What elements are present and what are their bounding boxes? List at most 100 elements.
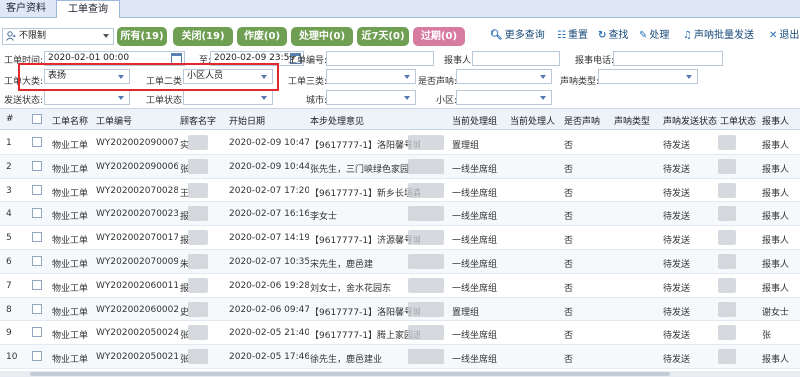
table-row[interactable]: 6 物业工单 WY202002070009 朱 2020-02-07 10:35 宋先生，… [0, 250, 800, 274]
row-checkbox[interactable] [32, 232, 42, 243]
redacted-block [408, 135, 444, 150]
table-row[interactable]: 1 物业工单 WY202002090007 实 2020-02-09 10:47 【961… [0, 131, 800, 155]
cell-start-date: 2020-02-07 10:35 [229, 257, 309, 267]
redacted-block [188, 135, 208, 150]
cell-sonar: 否 [564, 141, 574, 151]
filter-processing-button[interactable]: 处理中(0) [291, 27, 353, 46]
cell-sonar: 否 [564, 236, 574, 247]
order-table: # 工单名称 工单编号 顾客名字 开始日期 本步处理意见 当前处理组 当前处理人… [0, 108, 800, 377]
cell-name: 物业工单 [52, 141, 89, 151]
row-checkbox[interactable] [32, 303, 42, 314]
table-row[interactable]: 8 物业工单 WY202002060002 史 2020-02-06 09:47 【961… [0, 297, 800, 322]
process-button[interactable]: ✎ 处理 [639, 28, 669, 44]
cell-send-status: 待发送 [663, 307, 691, 318]
exit-button[interactable]: ✕ 退出 [769, 28, 799, 44]
reset-button[interactable]: ☷ 重置 [557, 28, 588, 44]
sonar-select[interactable] [456, 69, 552, 84]
user-icon [6, 31, 16, 41]
cell-index: 7 [6, 280, 12, 291]
redacted-block [718, 158, 736, 174]
cell-start-date: 2020-02-09 10:47 [229, 138, 309, 148]
cell-group: 置理组 [452, 141, 480, 151]
order-status-label: 工单状态: [146, 96, 186, 106]
col-header-index: # [6, 114, 14, 124]
cell-index: 4 [6, 209, 12, 220]
redacted-block [408, 254, 444, 269]
cell-reporter: 报事人 [762, 164, 790, 175]
sonar-type-select[interactable] [598, 69, 698, 84]
cell-opinion: 刘女士，舍水花园东 [310, 283, 392, 294]
scrollbar-thumb[interactable] [30, 372, 670, 376]
more-search-button[interactable]: 🔍︎ 更多查询 [490, 28, 545, 44]
cell-send-status: 待发送 [663, 355, 691, 366]
phone-input[interactable] [613, 51, 723, 66]
row-checkbox[interactable] [32, 137, 42, 147]
row-checkbox[interactable] [32, 279, 42, 290]
find-button[interactable]: ↻ 查找 [598, 28, 628, 44]
col-header-name[interactable]: 工单名称 [52, 114, 88, 127]
table-row[interactable]: 2 物业工单 WY202002090006 张 2020-02-09 10:44 张先生，… [0, 154, 800, 179]
table-row[interactable]: 7 物业工单 WY202002060011 报 2020-02-06 19:28 刘女士，… [0, 274, 800, 298]
reporter-input[interactable] [472, 51, 560, 66]
cell-index: 2 [6, 161, 12, 172]
row-checkbox[interactable] [32, 160, 42, 171]
cell-group: 置理组 [452, 307, 480, 318]
row-checkbox[interactable] [32, 351, 42, 362]
user-scope-select[interactable]: 不限制 [2, 28, 114, 45]
cell-send-status: 待发送 [663, 236, 691, 247]
redacted-block [718, 206, 736, 222]
sonar-type-label: 声呐类型: [560, 77, 600, 87]
cell-index: 10 [6, 352, 18, 363]
community-select[interactable] [456, 90, 552, 105]
horizontal-scrollbar[interactable] [0, 371, 800, 377]
table-row[interactable]: 10 物业工单 WY202002050021 张 2020-02-05 17:46 徐先生… [0, 345, 800, 369]
redacted-block [718, 230, 736, 246]
col-header-sonar[interactable]: 是否声呐 [564, 114, 600, 127]
cell-name: 物业工单 [52, 307, 89, 318]
filter-last7days-button[interactable]: 近7天(0) [357, 27, 409, 46]
col-header-send-status[interactable]: 声呐发送状态 [663, 114, 717, 127]
cell-name: 物业工单 [52, 260, 89, 270]
select-all-checkbox[interactable] [32, 114, 42, 124]
col-header-sonar-type[interactable]: 声呐类型 [614, 114, 650, 127]
col-header-reporter[interactable]: 报事人 [762, 114, 789, 127]
col-header-opinion[interactable]: 本步处理意见 [310, 114, 364, 127]
table-row[interactable]: 5 物业工单 WY202002070017 报 2020-02-07 14:19 【961… [0, 226, 800, 250]
row-checkbox[interactable] [32, 327, 42, 338]
filter-all-button[interactable]: 所有(19) [117, 27, 167, 46]
chevron-down-icon [103, 34, 109, 38]
row-checkbox[interactable] [32, 208, 42, 219]
cell-group: 一线坐席组 [452, 164, 498, 175]
row-checkbox[interactable] [32, 184, 42, 195]
reporter-label: 报事人: [444, 56, 475, 66]
filter-void-button[interactable]: 作废(0) [237, 27, 287, 46]
col-header-order-no[interactable]: 工单编号 [96, 114, 132, 127]
col-header-customer[interactable]: 顾客名字 [180, 114, 216, 127]
row-checkbox[interactable] [32, 256, 42, 266]
col-header-status[interactable]: 工单状态 [720, 114, 756, 127]
tab-order-query[interactable]: 工单查询 [56, 0, 120, 18]
order-no-input[interactable] [326, 51, 434, 66]
cell-reporter: 谢女士 [762, 307, 790, 318]
table-row[interactable]: 9 物业工单 WY202002050024 张 2020-02-05 21:40 【961… [0, 321, 800, 346]
sonar-batch-send-button[interactable]: ♫ 声呐批量发送 [683, 28, 754, 44]
city-select[interactable] [326, 90, 416, 105]
filter-closed-button[interactable]: 关闭(19) [173, 27, 233, 46]
table-row[interactable]: 3 物业工单 WY202002070028 王 2020-02-07 17:20 【961… [0, 179, 800, 203]
order-status-select[interactable] [183, 90, 273, 105]
tab-customer-info[interactable]: 客户资料 [0, 0, 56, 18]
toolbar: 不限制 所有(19) 关闭(19) 作废(0) 处理中(0) 近7天(0) 过期… [0, 25, 800, 47]
table-row[interactable]: 4 物业工单 WY202002070023 报 2020-02-07 16:16 李女士一… [0, 202, 800, 227]
send-status-select[interactable] [44, 90, 130, 105]
cell-start-date: 2020-02-07 16:16 [229, 209, 309, 220]
category3-select[interactable] [326, 69, 416, 84]
cell-order-no: WY202002070023 [96, 209, 178, 220]
cell-group: 一线坐席组 [452, 260, 498, 270]
col-header-start-date[interactable]: 开始日期 [229, 114, 265, 127]
col-header-handler[interactable]: 当前处理人 [510, 114, 555, 127]
filter-expired-button[interactable]: 过期(0) [413, 27, 465, 46]
cell-opinion: 李女士 [310, 212, 338, 223]
col-header-group[interactable]: 当前处理组 [452, 114, 497, 127]
cell-opinion: 【9617777-1】洛阳馨号城 [310, 307, 420, 318]
cell-opinion: 【9617777-1】济源馨号城 [310, 236, 420, 247]
